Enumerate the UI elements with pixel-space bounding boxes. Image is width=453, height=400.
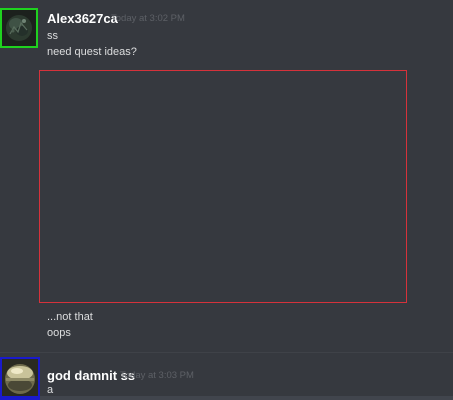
message-timestamp: Today at 3:03 PM [120, 370, 194, 381]
message-line: need quest ideas? [47, 46, 137, 58]
message-author[interactable]: Alex3627ca [47, 11, 118, 26]
message-line: a [47, 384, 54, 396]
avatar[interactable] [0, 357, 40, 399]
message-line: oops [47, 327, 71, 339]
avatar-alex3627ca-image [2, 10, 36, 46]
message-line: ...not that [47, 311, 93, 323]
bottom-highlight-strip [0, 396, 453, 400]
avatar[interactable] [0, 8, 38, 48]
avatar-god-damnit-ss-image [2, 359, 38, 397]
message-line: ss [47, 30, 58, 42]
message-group-alex3627ca: Alex3627ca Today at 3:02 PM ss need ques… [0, 0, 453, 352]
image-attachment-placeholder[interactable] [39, 70, 407, 303]
message-timestamp: Today at 3:02 PM [111, 13, 185, 24]
avatar-border-bottom [0, 396, 40, 400]
